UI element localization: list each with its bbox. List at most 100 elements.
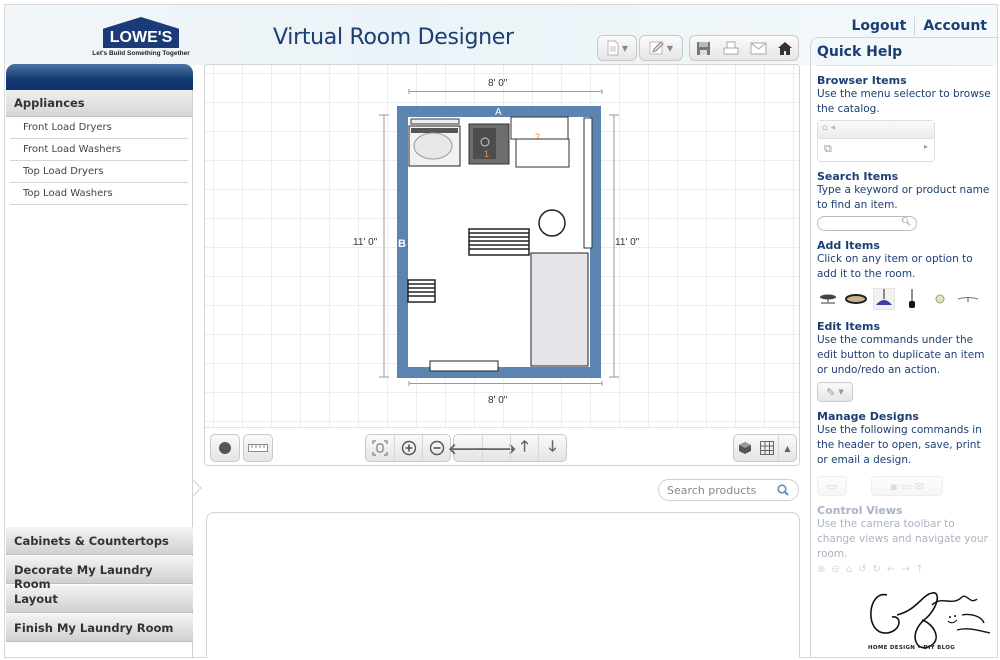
chevron-down-icon: ▼ <box>666 43 674 53</box>
bottom-dimension-line <box>408 381 603 386</box>
help-section-manage: Manage Designs Use the following command… <box>817 410 993 496</box>
subcategory-item[interactable]: Top Load Washers <box>10 183 188 205</box>
file-actions-group <box>689 35 799 61</box>
help-section-control: Control Views Use the camera toolbar to … <box>817 504 993 575</box>
help-text: Type a keyword or product name to find a… <box>817 184 990 211</box>
ruler-icon <box>244 435 272 461</box>
item-thumb-ring-light[interactable] <box>845 288 867 310</box>
pan-controls: 🡐 🡒 🡑 🡓 <box>448 434 567 462</box>
view-controls: ▲ <box>733 434 797 462</box>
open-menu-button[interactable]: ▼ <box>597 35 637 61</box>
help-heading: Edit Items <box>817 320 881 333</box>
category-icon: ⧉ <box>824 142 832 155</box>
search-preview: 🔍︎ <box>817 216 917 231</box>
camera-controls-preview: ⊕⊖⌂↺↻←→↑ <box>817 564 930 575</box>
help-section-search: Search Items Type a keyword or product n… <box>817 170 993 231</box>
account-links: Logout Account <box>851 17 987 35</box>
item-label-2: 2 <box>535 132 540 142</box>
left-height-label: 11' 0" <box>353 237 378 248</box>
product-results-panel <box>206 512 800 658</box>
help-text: Click on any item or option to add it to… <box>817 253 973 280</box>
item-label-1: 1 <box>484 149 489 159</box>
subcategory-list: Front Load Dryers Front Load Washers Top… <box>6 117 192 205</box>
3d-view-icon[interactable] <box>734 435 756 461</box>
chevron-down-icon: ▼ <box>621 43 629 53</box>
washer-dryer-shelf <box>410 118 460 125</box>
logo-wordmark: LOWE'S <box>109 29 173 46</box>
file-actions-preview: ▪ ▭ ✉ <box>871 476 943 496</box>
grid-view-icon[interactable] <box>756 435 778 461</box>
zoom-in-icon[interactable] <box>394 435 422 461</box>
quick-help-panel: Quick Help Browser Items Use the menu se… <box>810 37 999 658</box>
product-search-input[interactable] <box>667 483 777 497</box>
browser-preview: ⌂ ◂ ⧉ ▸ <box>817 120 935 162</box>
collapse-icon[interactable]: ▲ <box>778 435 796 461</box>
home-button[interactable] <box>772 36 798 60</box>
logout-link[interactable]: Logout <box>851 18 906 34</box>
chevron-right-icon: ▸ <box>923 142 928 151</box>
record-button[interactable] <box>210 434 240 462</box>
category-appliances[interactable]: Appliances <box>6 90 192 117</box>
left-dimension-line <box>379 114 389 378</box>
washer-drum <box>413 132 453 160</box>
right-height-label: 11' 0" <box>615 237 640 248</box>
account-link[interactable]: Account <box>923 18 987 34</box>
floorplan-canvas[interactable]: A B 1 2 8' 0" 8' 0" 11' 0" 11' 0" 🡐 🡒 🡑 … <box>204 64 800 466</box>
quick-help-title: Quick Help <box>817 44 993 66</box>
help-section-add: Add Items Click on any item or option to… <box>817 239 993 312</box>
save-button[interactable] <box>690 36 717 60</box>
subcategory-item[interactable]: Front Load Dryers <box>10 117 188 139</box>
record-icon <box>211 435 239 461</box>
help-text: Use the menu selector to browse the cata… <box>817 88 991 115</box>
app-title: Virtual Room Designer <box>273 25 514 50</box>
category-finish-laundry-room[interactable]: Finish My Laundry Room <box>6 614 193 642</box>
divider <box>914 17 916 35</box>
arrow-down-icon[interactable]: 🡓 <box>538 435 566 461</box>
drying-rack <box>468 228 530 256</box>
zoom-controls <box>365 434 451 462</box>
fit-view-icon[interactable] <box>366 435 394 461</box>
help-section-browser: Browser Items Use the menu selector to b… <box>817 74 993 162</box>
email-button[interactable] <box>745 36 772 60</box>
base-cabinet <box>515 138 570 168</box>
document-icon: ▼ <box>598 36 636 60</box>
folding-counter <box>530 252 589 367</box>
wall-shelf <box>583 117 593 249</box>
help-section-edit: Edit Items Use the commands under the ed… <box>817 320 993 402</box>
watermark-tagline: HOME DESIGN • DIY BLOG <box>868 645 956 651</box>
item-thumb-globe-light[interactable] <box>929 288 951 310</box>
document-icon: ▭ <box>817 476 847 496</box>
bottom-width-label: 8' 0" <box>488 395 508 406</box>
item-thumbnails <box>817 286 993 312</box>
help-heading: Control Views <box>817 504 903 517</box>
item-thumb-pendant-black[interactable] <box>901 288 923 310</box>
lowes-logo[interactable]: LOWE'S Let's Build Something Together <box>92 17 190 61</box>
round-stool <box>538 209 566 237</box>
search-icon[interactable] <box>777 481 789 500</box>
category-decorate-laundry-room[interactable]: Decorate My Laundry Room <box>6 556 193 591</box>
product-search[interactable] <box>658 479 799 501</box>
wall-rack <box>407 279 436 303</box>
item-thumb-track-light[interactable] <box>957 288 979 310</box>
subcategory-item[interactable]: Front Load Washers <box>10 139 188 161</box>
subcategory-item[interactable]: Top Load Dryers <box>10 161 188 183</box>
help-heading: Manage Designs <box>817 410 919 423</box>
arrow-right-icon[interactable]: 🡒 <box>476 435 517 461</box>
item-thumb-flush-light[interactable] <box>817 288 839 310</box>
zoom-out-icon[interactable] <box>422 435 450 461</box>
top-dimension-line <box>408 89 603 94</box>
home-icon <box>778 41 793 55</box>
print-button[interactable] <box>717 36 744 60</box>
category-cabinets-countertops[interactable]: Cabinets & Countertops <box>6 527 193 555</box>
edit-preview-button: ✎ ▼ <box>817 382 853 402</box>
help-text: Use the following commands in the header… <box>817 424 982 466</box>
arrow-up-icon[interactable]: 🡑 <box>510 435 538 461</box>
edit-menu-button[interactable]: ▼ <box>639 35 683 61</box>
printer-icon <box>723 41 739 54</box>
item-thumb-pendant-blue[interactable] <box>873 288 895 310</box>
envelope-icon <box>750 42 767 54</box>
floppy-icon <box>697 41 711 55</box>
pencil-icon: ✎ <box>826 385 836 399</box>
measure-button[interactable] <box>243 434 273 462</box>
signature-watermark <box>870 592 991 649</box>
